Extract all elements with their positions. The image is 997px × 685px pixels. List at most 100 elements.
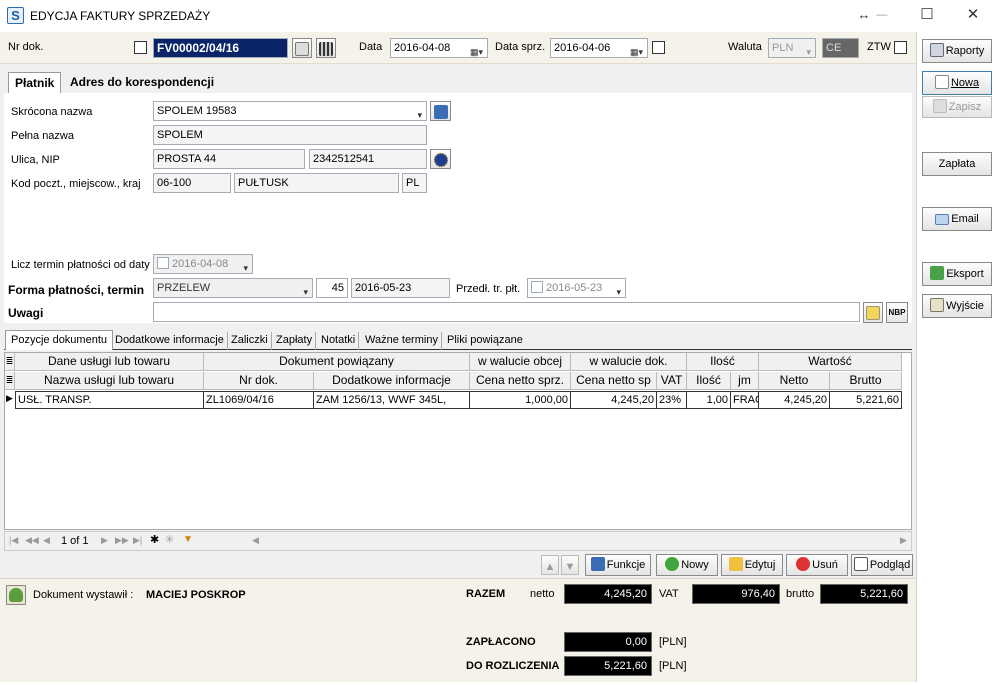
eksport-button[interactable]: Eksport [922, 262, 992, 286]
col-header-nazwa[interactable]: Nazwa usługi lub towaru [15, 372, 204, 390]
table-cell[interactable]: 23% [657, 391, 687, 409]
subtab-notatki[interactable]: Notatki [318, 332, 360, 350]
uwagi-input[interactable] [153, 302, 860, 322]
kraj-input[interactable]: PL [402, 173, 427, 193]
nbp-button[interactable]: NBP [886, 302, 908, 323]
edytuj-button[interactable]: Edytuj [721, 554, 783, 576]
licz-checkbox[interactable] [157, 257, 169, 269]
book-icon [433, 105, 448, 119]
arrow-down-icon: ▼ [564, 561, 576, 573]
grid-menu-icon[interactable]: ≣ [5, 372, 15, 390]
ztw-checkbox[interactable] [894, 41, 907, 54]
ulica-input[interactable]: PROSTA 44 [153, 149, 305, 169]
brutto-label: brutto [786, 588, 815, 600]
next-page-icon[interactable]: ▶ [101, 535, 108, 546]
prev-page-icon[interactable]: ◀ [43, 535, 50, 546]
waluta-select[interactable]: PLN ▾ [768, 38, 816, 58]
move-up-button[interactable]: ▲ [541, 555, 559, 575]
col-header-netto[interactable]: Netto [759, 372, 830, 390]
predl-checkbox[interactable] [531, 281, 543, 293]
table-cell[interactable]: 5,221,60 [830, 391, 902, 409]
subtab-zaplaty[interactable]: Zapłaty [273, 332, 317, 350]
table-cell[interactable]: 1,00 [687, 391, 731, 409]
subtab-zaliczki[interactable]: Zaliczki [228, 332, 272, 350]
raporty-button[interactable]: Raporty [922, 39, 992, 63]
minimize-button[interactable]: — [862, 4, 902, 26]
group-header-wartosc: Wartość [759, 353, 902, 371]
nowa-button[interactable]: Nowa [922, 71, 992, 95]
delete-row-icon[interactable]: ✳ [165, 533, 174, 546]
calculator-icon [319, 42, 333, 56]
col-header-nr-dok[interactable]: Nr dok. [204, 372, 314, 390]
subtab-pozycje[interactable]: Pozycje dokumentu [5, 330, 113, 350]
termin-input[interactable]: 2016-05-23 [351, 278, 450, 298]
uwagi-edit-button[interactable] [863, 302, 883, 323]
predl-date-input[interactable]: 2016-05-23 ▾ [527, 278, 626, 298]
usun-button[interactable]: Usuń [786, 554, 848, 576]
next-page-fast-icon[interactable]: ▶▶ [115, 535, 129, 546]
col-header-cena-dok[interactable]: Cena netto sp [571, 372, 657, 390]
subtab-dodatkowe[interactable]: Dodatkowe informacje [112, 332, 228, 350]
ce-field: CE [822, 38, 859, 58]
envelope-icon [935, 214, 950, 225]
nr-dok-checkbox[interactable] [134, 41, 147, 54]
miejscowosc-input[interactable]: PUŁTUSK [234, 173, 399, 193]
skrocona-combo[interactable]: SPOLEM 19583 ▾ [153, 101, 427, 121]
table-cell[interactable]: ZL1069/04/16 [204, 391, 314, 409]
vies-button[interactable] [430, 149, 451, 169]
calculator-button[interactable] [316, 38, 336, 58]
kontrahent-lookup-button[interactable] [430, 101, 451, 121]
close-button[interactable]: ✕ [953, 4, 993, 26]
table-cell[interactable]: 1,000,00 [470, 391, 571, 409]
data-label: Data [359, 41, 383, 53]
grid-menu-icon[interactable]: ≣ [5, 353, 15, 371]
funkcje-button[interactable]: Funkcje [585, 554, 651, 576]
kod-input[interactable]: 06-100 [153, 173, 231, 193]
table-cell[interactable]: USŁ. TRANSP. [15, 391, 204, 409]
table-cell[interactable]: FRAC [731, 391, 759, 409]
table-cell[interactable]: 4,245,20 [571, 391, 657, 409]
col-header-vat[interactable]: VAT [657, 372, 687, 390]
nr-dok-input[interactable]: FV00002/04/16 [153, 38, 288, 58]
licz-date-input[interactable]: 2016-04-08 ▾ [153, 254, 253, 274]
zaplacono-label: ZAPŁACONO [466, 636, 536, 648]
tab-adres[interactable]: Adres do korespondencji [64, 72, 220, 94]
numbering-button[interactable] [292, 38, 312, 58]
table-cell[interactable]: ZAM 1256/13, WWF 345L, [314, 391, 470, 409]
col-header-dodatkowe[interactable]: Dodatkowe informacje [314, 372, 470, 390]
dni-input[interactable]: 45 [316, 278, 348, 298]
first-page-icon[interactable]: |◀ [9, 535, 18, 546]
nip-input[interactable]: 2342512541 [309, 149, 427, 169]
pelna-input[interactable]: SPOLEM [153, 125, 427, 145]
data-input[interactable]: 2016-04-08 ▦▾ [390, 38, 488, 58]
maximize-button[interactable]: ☐ [907, 4, 947, 26]
data-sprz-input[interactable]: 2016-04-06 ▦▾ [550, 38, 648, 58]
move-down-button[interactable]: ▼ [561, 555, 579, 575]
col-header-jm[interactable]: jm [731, 372, 759, 390]
prev-page-fast-icon[interactable]: ◀◀ [25, 535, 39, 546]
group-header-ilosc: Ilość [687, 353, 759, 371]
wyjscie-button[interactable]: Wyjście [922, 294, 992, 318]
forma-select[interactable]: PRZELEW ▾ [153, 278, 313, 298]
user-button[interactable] [6, 585, 26, 605]
add-row-icon[interactable]: ✱ [150, 533, 159, 546]
zapisz-button[interactable]: Zapisz [922, 96, 992, 118]
zaplata-button[interactable]: Zapłata [922, 152, 992, 176]
last-page-icon[interactable]: ▶| [133, 535, 142, 546]
group-header-dane: Dane usługi lub towaru [15, 353, 204, 371]
subtab-pliki[interactable]: Pliki powiązane [444, 332, 526, 350]
tab-platnik[interactable]: Płatnik [8, 72, 62, 94]
col-header-cena-obca[interactable]: Cena netto sprz. [470, 372, 571, 390]
home-exit-icon [930, 298, 945, 312]
col-header-ilosc[interactable]: Ilość [687, 372, 731, 390]
col-header-brutto[interactable]: Brutto [830, 372, 902, 390]
email-button[interactable]: Email [922, 207, 992, 231]
scroll-right-icon[interactable]: ▶ [900, 535, 907, 546]
scroll-left-icon[interactable]: ◀ [252, 535, 259, 546]
podglad-button[interactable]: Podgląd [851, 554, 913, 576]
table-cell[interactable]: 4,245,20 [759, 391, 830, 409]
filter-icon[interactable]: ▼ [183, 534, 193, 545]
nowy-button[interactable]: Nowy [656, 554, 718, 576]
data-sprz-checkbox[interactable] [652, 41, 665, 54]
subtab-wazne-terminy[interactable]: Ważne terminy [362, 332, 442, 350]
